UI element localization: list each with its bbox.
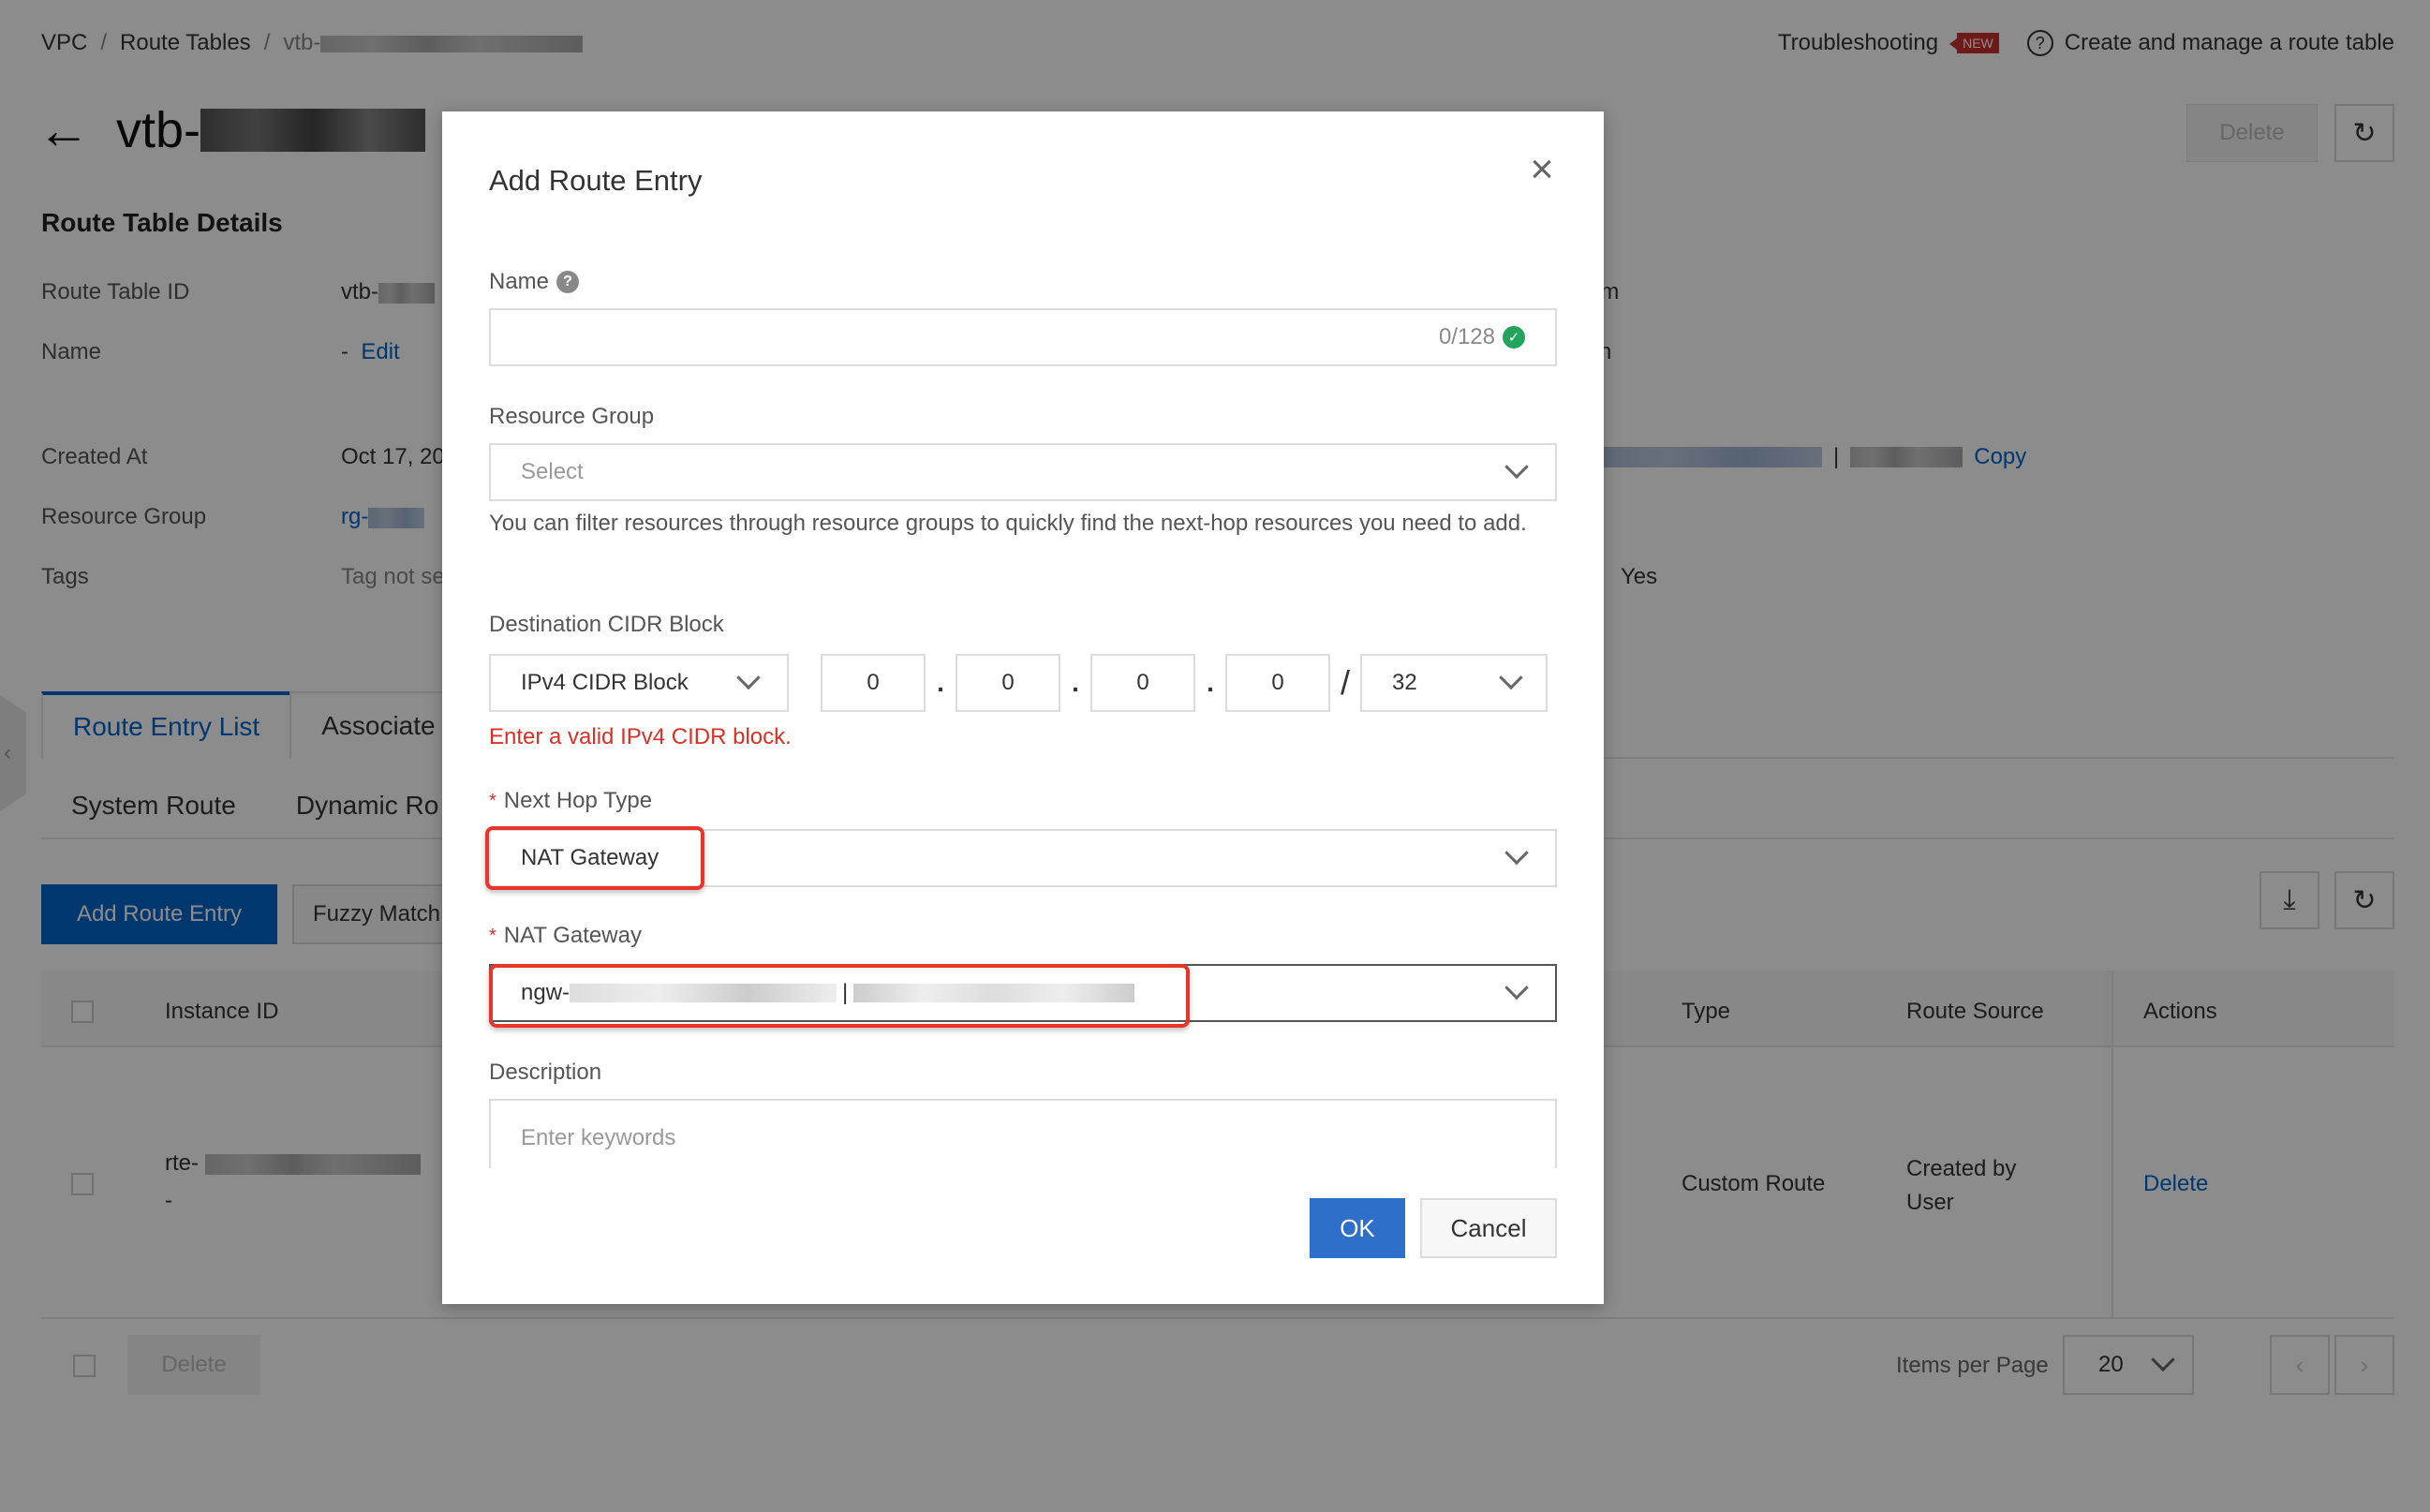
ok-button[interactable]: OK [1310, 1198, 1405, 1258]
dot-separator: . [1207, 668, 1214, 697]
dot-separator: . [937, 668, 944, 697]
slash-separator: / [1340, 663, 1350, 702]
cancel-button[interactable]: Cancel [1420, 1198, 1557, 1258]
chevron-down-icon [1504, 454, 1529, 480]
description-label: Description [489, 1060, 602, 1085]
cidr-error-message: Enter a valid IPv4 CIDR block. [489, 724, 792, 749]
name-label: Name ? [489, 269, 580, 295]
cidr-octet-2[interactable]: 0 [956, 654, 1060, 712]
resource-group-label: Resource Group [489, 404, 655, 429]
resource-group-hint: You can filter resources through resourc… [489, 511, 1527, 536]
required-mark: * [489, 925, 496, 946]
close-button[interactable]: × [1523, 149, 1561, 190]
chevron-down-icon [1499, 665, 1523, 690]
cidr-type-select[interactable]: IPv4 CIDR Block [489, 654, 789, 712]
cidr-mask-select[interactable]: 32 [1360, 654, 1548, 712]
close-icon: × [1530, 146, 1554, 192]
destination-label: Destination CIDR Block [489, 612, 724, 637]
chevron-down-icon [736, 665, 761, 690]
cidr-octet-1[interactable]: 0 [821, 654, 926, 712]
name-input[interactable]: 0/128 ✓ [489, 308, 1557, 366]
next-hop-type-label: * Next Hop Type [489, 788, 653, 813]
cidr-octet-4[interactable]: 0 [1225, 654, 1330, 712]
dot-separator: . [1072, 668, 1079, 697]
help-icon[interactable]: ? [556, 271, 580, 293]
dialog-title: Add Route Entry [489, 164, 703, 197]
chevron-down-icon [1504, 975, 1529, 1001]
next-hop-type-select[interactable]: NAT Gateway [489, 829, 1557, 887]
nat-gateway-label: * NAT Gateway [489, 923, 642, 948]
cidr-octet-3[interactable]: 0 [1090, 654, 1195, 712]
nat-gateway-select[interactable]: ngw- | [489, 964, 1557, 1022]
cidr-input-row: IPv4 CIDR Block 0 . 0 . 0 . 0 / 32 [489, 654, 1548, 712]
chevron-down-icon [1504, 840, 1529, 866]
char-counter: 0/128 ✓ [1439, 324, 1525, 350]
description-textarea[interactable]: Enter keywords [489, 1099, 1557, 1168]
add-route-entry-dialog: Add Route Entry × Name ? 0/128 ✓ Resource… [442, 111, 1604, 1304]
resource-group-select[interactable]: Select [489, 443, 1557, 501]
check-circle-icon: ✓ [1503, 326, 1525, 348]
required-mark: * [489, 790, 496, 811]
